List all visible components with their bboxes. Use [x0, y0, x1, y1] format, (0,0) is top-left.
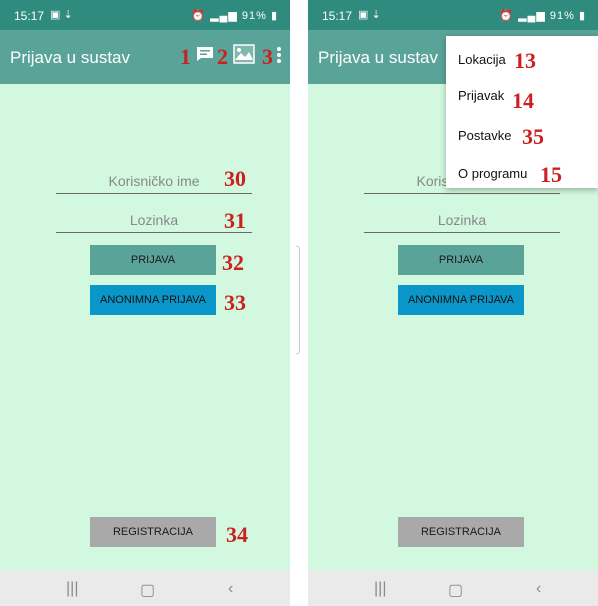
annotation-33: 33: [224, 290, 246, 315]
left-screen: 15:17 ▣ ⇣ ⏰ ▂▄▆ 91% ▮ Prijava u sustav 1…: [0, 0, 290, 606]
navigation-bar: ||| ▢ ‹: [0, 570, 290, 606]
battery-percent: 91%: [549, 10, 575, 22]
alarm-icon: ⏰: [499, 10, 514, 22]
register-button[interactable]: REGISTRACIJA: [90, 517, 216, 547]
menu-item-prijavak[interactable]: Prijavak: [458, 88, 504, 103]
status-time: 15:17: [322, 9, 353, 23]
edge-panel-handle[interactable]: [296, 246, 300, 354]
battery-percent: 91%: [241, 10, 267, 22]
signal-icon: ▂▄▆: [518, 10, 546, 22]
chat-icon[interactable]: [196, 46, 214, 62]
status-right: ⏰ ▂▄▆ 91% ▮: [499, 9, 586, 22]
login-button[interactable]: PRIJAVA: [398, 245, 524, 275]
home-icon[interactable]: ▢: [448, 580, 463, 600]
alarm-icon: ⏰: [191, 10, 206, 22]
home-icon[interactable]: ▢: [140, 580, 155, 600]
register-button[interactable]: REGISTRACIJA: [398, 517, 524, 547]
status-right: ⏰ ▂▄▆ 91% ▮: [191, 9, 278, 22]
app-bar: Prijava u sustav 1 2 3: [0, 30, 290, 84]
battery-icon: ▮: [578, 10, 586, 22]
signal-icon: ▂▄▆: [210, 10, 238, 22]
annotation-13: 13: [514, 48, 536, 73]
recent-apps-icon[interactable]: |||: [374, 580, 386, 598]
status-time: 15:17: [14, 9, 45, 23]
username-field[interactable]: Korisničko ime: [56, 168, 252, 194]
menu-item-lokacija[interactable]: Lokacija: [458, 52, 506, 67]
menu-item-o-programu[interactable]: O programu: [458, 166, 527, 181]
password-field[interactable]: Lozinka: [56, 207, 252, 233]
right-screen: 15:17 ▣ ⇣ ⏰ ▂▄▆ 91% ▮ Prijava u sustav K…: [308, 0, 598, 606]
annotation-31: 31: [224, 208, 246, 233]
annotation-35: 35: [522, 124, 544, 149]
app-title: Prijava u sustav: [318, 48, 438, 67]
annotation-14: 14: [512, 88, 534, 113]
back-icon[interactable]: ‹: [536, 580, 541, 598]
annotation-3: 3: [262, 44, 273, 69]
menu-item-postavke[interactable]: Postavke: [458, 128, 511, 143]
login-button[interactable]: PRIJAVA: [90, 245, 216, 275]
annotation-34: 34: [226, 522, 248, 547]
status-bar: 15:17 ▣ ⇣ ⏰ ▂▄▆ 91% ▮: [308, 0, 598, 30]
overflow-menu: Lokacija 13 Prijavak 14 Postavke 35 O pr…: [446, 36, 598, 188]
notification-icons: ▣ ⇣: [358, 9, 381, 21]
annotation-15: 15: [540, 162, 562, 187]
overflow-menu-icon[interactable]: [276, 46, 282, 64]
annotation-30: 30: [224, 166, 246, 191]
app-title: Prijava u sustav: [10, 48, 130, 67]
password-field[interactable]: Lozinka: [364, 207, 560, 233]
back-icon[interactable]: ‹: [228, 580, 233, 598]
annotation-32: 32: [222, 250, 244, 275]
anonymous-login-button[interactable]: ANONIMNA PRIJAVA: [90, 285, 216, 315]
notification-icons: ▣ ⇣: [50, 9, 73, 21]
anonymous-login-button[interactable]: ANONIMNA PRIJAVA: [398, 285, 524, 315]
recent-apps-icon[interactable]: |||: [66, 580, 78, 598]
navigation-bar: ||| ▢ ‹: [308, 570, 598, 606]
battery-icon: ▮: [270, 10, 278, 22]
map-image-icon[interactable]: [233, 44, 255, 64]
annotation-1: 1: [180, 44, 191, 69]
status-bar: 15:17 ▣ ⇣ ⏰ ▂▄▆ 91% ▮: [0, 0, 290, 30]
annotation-2: 2: [217, 44, 228, 69]
